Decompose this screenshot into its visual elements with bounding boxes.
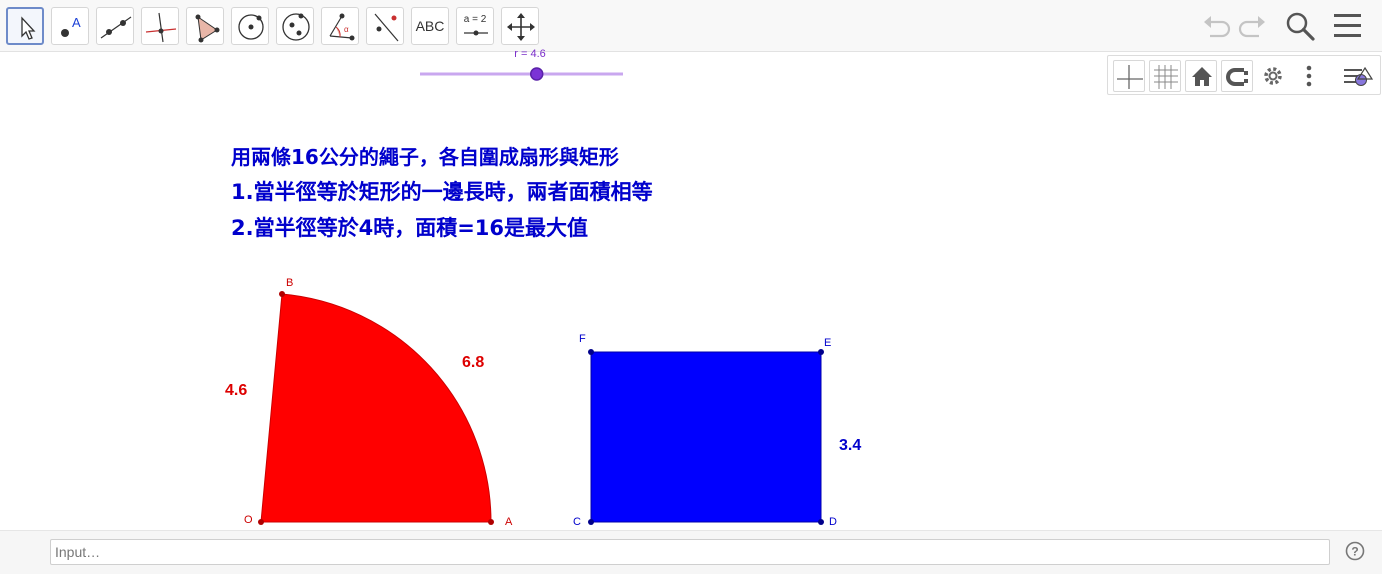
input-bar: ? xyxy=(0,530,1382,574)
label-c: C xyxy=(573,516,581,528)
point-c[interactable] xyxy=(588,519,594,525)
rectangle-cdef[interactable] xyxy=(590,351,822,523)
point-f[interactable] xyxy=(588,349,594,355)
label-a: A xyxy=(505,516,513,528)
sector-ob[interactable] xyxy=(260,293,492,523)
rectangle-side-label: 3.4 xyxy=(839,437,862,454)
point-e[interactable] xyxy=(818,349,824,355)
radius-length-label: 4.6 xyxy=(225,382,248,399)
point-a[interactable] xyxy=(488,519,494,525)
label-e: E xyxy=(824,337,832,349)
svg-text:?: ? xyxy=(1351,545,1358,559)
geometry-canvas xyxy=(258,291,824,525)
arc-length-label: 6.8 xyxy=(462,354,485,371)
label-f: F xyxy=(579,333,586,345)
help-icon[interactable]: ? xyxy=(1345,541,1367,563)
point-o[interactable] xyxy=(258,519,264,525)
point-d[interactable] xyxy=(818,519,824,525)
point-b[interactable] xyxy=(279,291,285,297)
label-o: O xyxy=(244,514,253,526)
label-b: B xyxy=(286,277,294,289)
label-d: D xyxy=(829,516,837,528)
input-field[interactable] xyxy=(50,539,1330,565)
